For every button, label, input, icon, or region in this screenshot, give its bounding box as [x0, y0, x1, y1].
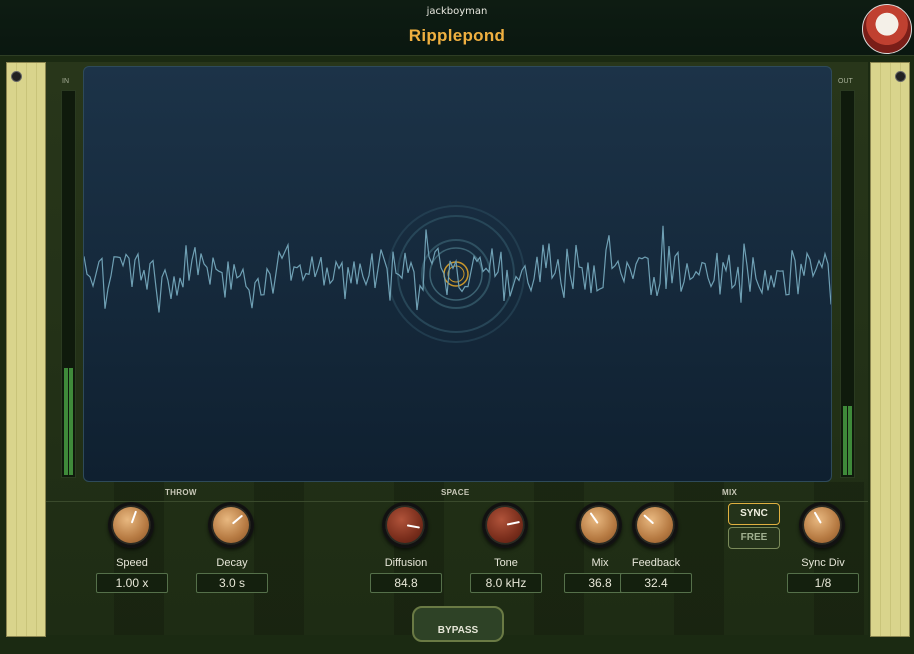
- sync-div-value[interactable]: 1/8: [787, 573, 859, 593]
- screw-icon: [11, 71, 22, 82]
- tone-label: Tone: [494, 557, 518, 569]
- plugin-title: Ripplepond: [408, 26, 506, 45]
- decay-label: Decay: [216, 557, 248, 569]
- free-button[interactable]: FREE: [728, 527, 780, 549]
- knob-cap: [213, 507, 249, 543]
- screw-icon: [895, 71, 906, 82]
- decay-value[interactable]: 3.0 s: [196, 573, 268, 593]
- bypass-button[interactable]: BYPASS: [412, 606, 504, 642]
- feedback-value[interactable]: 32.4: [620, 573, 692, 593]
- input-meter-left-bar: [64, 368, 68, 475]
- knob-cap: [113, 507, 149, 543]
- decay-knob[interactable]: [208, 502, 254, 548]
- sync-div-label: Sync Div: [801, 557, 845, 569]
- knob-cap: [387, 507, 423, 543]
- waveform-display[interactable]: [83, 66, 832, 482]
- input-meter-label: IN: [62, 78, 69, 85]
- vendor-name: jackboyman: [426, 6, 488, 17]
- speed-label: Speed: [116, 557, 148, 569]
- diffusion-knob[interactable]: [382, 502, 428, 548]
- feedback-knob[interactable]: [632, 502, 678, 548]
- left-rail: [6, 62, 46, 637]
- section-mix-label: MIX: [722, 488, 738, 497]
- speed-value[interactable]: 1.00 x: [96, 573, 168, 593]
- right-rail: [870, 62, 910, 637]
- sync-button[interactable]: SYNC: [728, 503, 780, 525]
- diffusion-label: Diffusion: [384, 557, 428, 569]
- knob-cap: [581, 507, 617, 543]
- section-space-label: SPACE: [441, 488, 470, 497]
- input-meter: [61, 90, 76, 478]
- red-panda-avatar-icon[interactable]: [862, 4, 912, 54]
- tone-knob[interactable]: [482, 502, 528, 548]
- tone-value[interactable]: 8.0 kHz: [470, 573, 542, 593]
- output-meter-right-bar: [848, 406, 852, 475]
- mix-knob[interactable]: [576, 502, 622, 548]
- sync-div-knob[interactable]: [799, 502, 845, 548]
- feedback-label: Feedback: [631, 557, 681, 569]
- ripple-rings-icon: [387, 205, 525, 343]
- output-meter: [840, 90, 855, 478]
- output-meter-left-bar: [843, 406, 847, 475]
- speed-knob[interactable]: [108, 502, 154, 548]
- input-meter-right-bar: [69, 368, 73, 475]
- section-divider: [46, 501, 868, 502]
- section-throw-label: THROW: [165, 488, 197, 497]
- diffusion-value[interactable]: 84.8: [370, 573, 442, 593]
- output-meter-label: OUT: [838, 78, 853, 85]
- knob-cap: [637, 507, 673, 543]
- knob-cap: [804, 507, 840, 543]
- knob-cap: [487, 507, 523, 543]
- header-bar: jackboyman Ripplepond: [0, 0, 914, 56]
